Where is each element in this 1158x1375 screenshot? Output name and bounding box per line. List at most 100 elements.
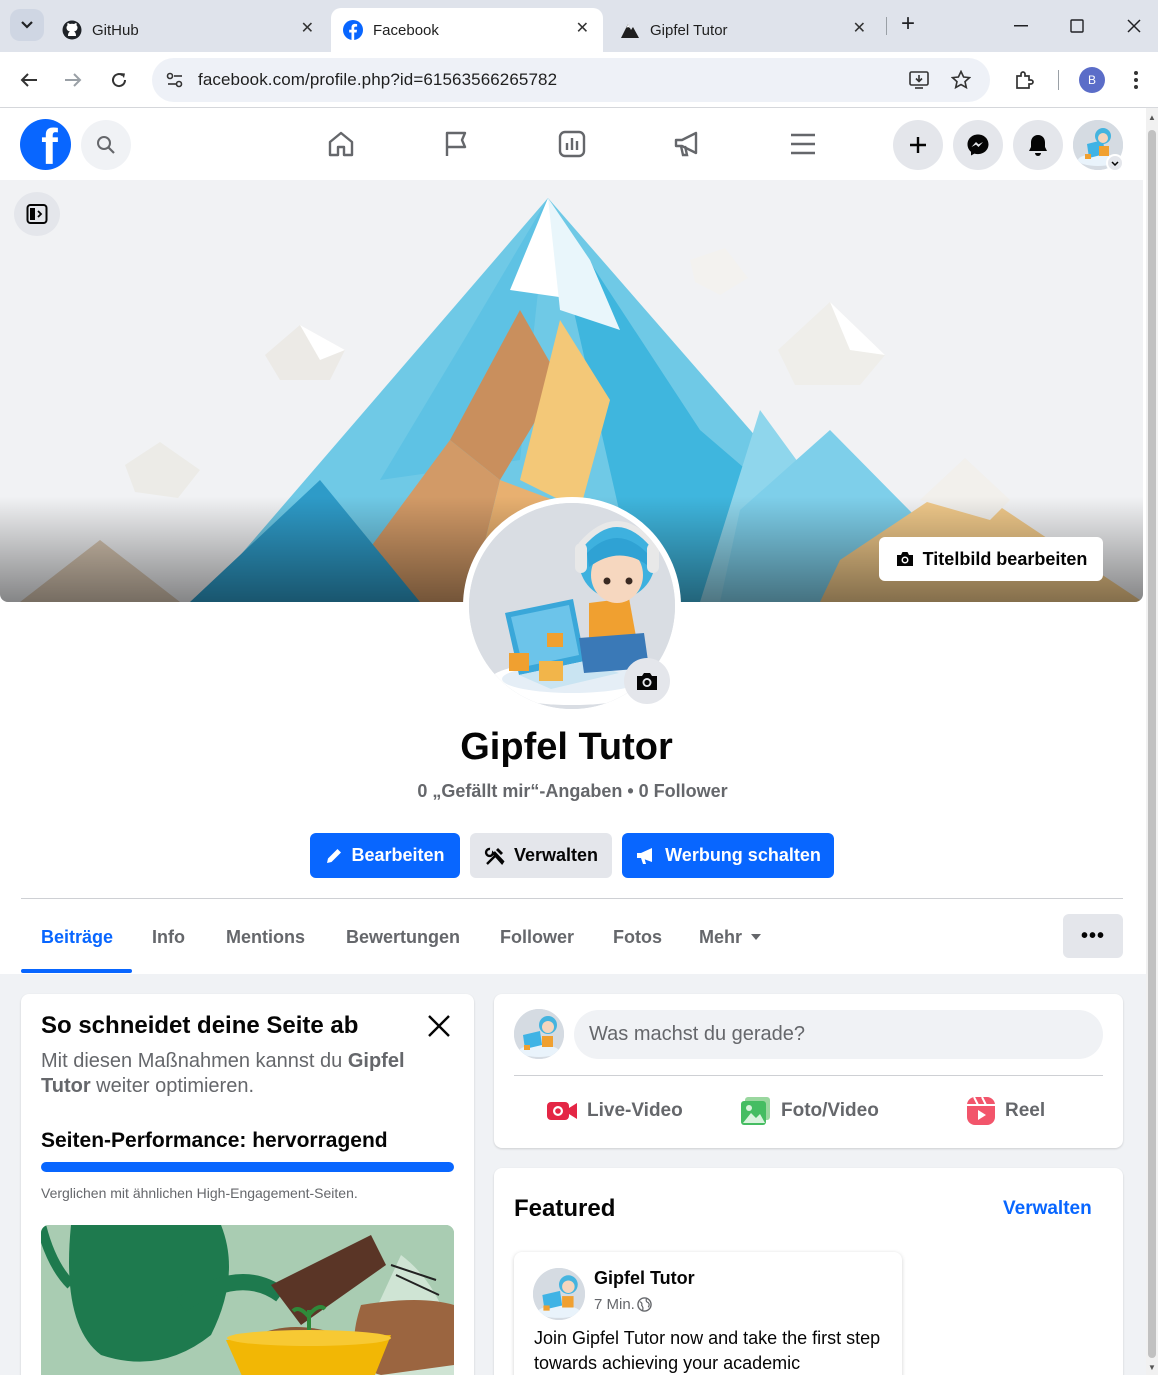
messenger-button[interactable] [953, 120, 1003, 170]
performance-bar [41, 1162, 454, 1172]
post-timestamp[interactable]: 7 Min. [594, 1296, 652, 1313]
profile-more-options-button[interactable]: ••• [1063, 914, 1123, 958]
tab-photos[interactable]: Fotos [613, 915, 662, 959]
minimize-button[interactable] [1006, 12, 1036, 40]
camera-icon [896, 552, 913, 566]
photo-icon [741, 1097, 770, 1125]
tab-info[interactable]: Info [152, 915, 185, 959]
performance-card-title: So schneidet deine Seite ab [41, 1012, 359, 1039]
back-button[interactable] [14, 66, 44, 94]
tab-reviews[interactable]: Bewertungen [346, 915, 460, 959]
scroll-down-arrow[interactable]: ▼ [1146, 1360, 1158, 1374]
close-icon [428, 1015, 450, 1037]
reload-icon [112, 73, 127, 88]
tab-more[interactable]: Mehr [699, 915, 762, 959]
account-chevron[interactable] [1106, 154, 1124, 172]
chevron-down-icon [21, 21, 33, 29]
nav-home[interactable] [323, 126, 359, 162]
tab-facebook[interactable]: Facebook ✕ [331, 8, 603, 52]
create-button[interactable] [893, 120, 943, 170]
puzzle-icon [1016, 71, 1034, 89]
browser-tab-bar: GitHub ✕ Facebook ✕ Gipfel Tutor ✕ + [0, 0, 1158, 52]
nav-ads[interactable] [670, 126, 706, 162]
nav-pages[interactable] [438, 126, 474, 162]
facebook-header: f [0, 108, 1146, 180]
nav-menu[interactable] [785, 126, 821, 162]
tab-mentions[interactable]: Mentions [226, 915, 305, 959]
close-tab-icon[interactable]: ✕ [853, 18, 866, 38]
install-app-icon[interactable] [908, 68, 932, 92]
featured-title: Featured [514, 1195, 616, 1222]
tab-title: Facebook [373, 21, 439, 39]
page-title: Gipfel Tutor [460, 726, 673, 768]
desc-text: weiter optimieren. [90, 1075, 255, 1097]
tab-github[interactable]: GitHub ✕ [50, 8, 328, 52]
globe-icon [637, 1297, 652, 1312]
maximize-button[interactable] [1062, 12, 1092, 40]
facebook-logo[interactable]: f [20, 119, 71, 170]
composer-avatar[interactable] [514, 1009, 564, 1059]
search-icon [97, 136, 115, 154]
performance-rating: Seiten-Performance: hervorragend [41, 1129, 388, 1152]
home-icon [328, 131, 354, 157]
status-input[interactable]: Was machst du gerade? [574, 1010, 1103, 1059]
dismiss-card-button[interactable] [424, 1011, 454, 1041]
edit-cover-photo-button[interactable]: Titelbild bearbeiten [879, 537, 1103, 581]
reel-icon [967, 1096, 995, 1125]
edit-cover-label: Titelbild bearbeiten [922, 548, 1088, 569]
close-tab-icon[interactable]: ✕ [301, 18, 314, 38]
scroll-up-arrow[interactable]: ▲ [1146, 110, 1158, 124]
tab-search-dropdown[interactable] [10, 9, 44, 41]
browser-menu-button[interactable] [1121, 66, 1151, 94]
update-profile-picture-button[interactable] [624, 658, 670, 704]
live-video-label: Live-Video [587, 1100, 683, 1121]
chevron-down-icon [1111, 160, 1119, 166]
bookmark-star-icon[interactable] [949, 68, 973, 92]
megaphone-icon [674, 131, 698, 157]
forward-button[interactable] [58, 66, 88, 94]
minimize-icon [1014, 25, 1028, 27]
extensions-button[interactable] [1009, 66, 1039, 94]
post-author-name[interactable]: Gipfel Tutor [594, 1268, 695, 1289]
camera-icon [637, 673, 657, 690]
mountain-icon [620, 20, 640, 40]
sidebar-toggle-button[interactable] [14, 192, 60, 236]
tab-more-label: Mehr [699, 926, 743, 947]
reel-label: Reel [1005, 1100, 1046, 1121]
manage-page-button[interactable]: Verwalten [470, 833, 612, 878]
notifications-button[interactable] [1013, 120, 1063, 170]
page-stats[interactable]: 0 „Gefällt mir“-Angaben • 0 Follower [0, 781, 1145, 802]
browser-profile-avatar[interactable]: B [1079, 67, 1105, 93]
address-bar[interactable]: facebook.com/profile.php?id=615635662657… [152, 58, 990, 102]
megaphone-icon [637, 847, 653, 864]
edit-page-button[interactable]: Bearbeiten [310, 833, 460, 878]
panel-toggle-icon [26, 204, 48, 224]
post-author-avatar[interactable] [533, 1268, 585, 1320]
site-settings-icon[interactable] [164, 69, 186, 91]
tab-followers[interactable]: Follower [500, 915, 574, 959]
featured-manage-link[interactable]: Verwalten [1003, 1198, 1092, 1220]
flag-icon [445, 131, 467, 156]
nav-insights[interactable] [554, 126, 590, 162]
post-time-text: 7 Min. [594, 1296, 635, 1313]
photo-video-button[interactable]: Foto/Video [740, 1091, 879, 1131]
close-tab-icon[interactable]: ✕ [576, 18, 589, 38]
edit-page-label: Bearbeiten [351, 845, 445, 865]
tab-gipfel-tutor[interactable]: Gipfel Tutor ✕ [608, 8, 880, 52]
tab-separator [886, 17, 887, 35]
advertise-button[interactable]: Werbung schalten [622, 833, 834, 878]
facebook-search-button[interactable] [81, 120, 131, 170]
plus-icon [910, 137, 926, 153]
advertise-label: Werbung schalten [665, 845, 821, 865]
hamburger-icon [791, 133, 815, 155]
close-window-button[interactable] [1119, 12, 1149, 40]
scrollbar-thumb[interactable] [1148, 130, 1156, 1358]
tab-posts[interactable]: Beiträge [41, 915, 113, 959]
tutor-avatar-image [514, 1009, 564, 1059]
desc-text: Mit diesen Maßnahmen kannst du [41, 1050, 348, 1072]
tab-title: Gipfel Tutor [650, 21, 728, 39]
reel-button[interactable]: Reel [966, 1091, 1045, 1131]
new-tab-button[interactable]: + [893, 10, 923, 38]
reload-button[interactable] [104, 66, 134, 94]
live-video-button[interactable]: Live-Video [546, 1091, 683, 1131]
